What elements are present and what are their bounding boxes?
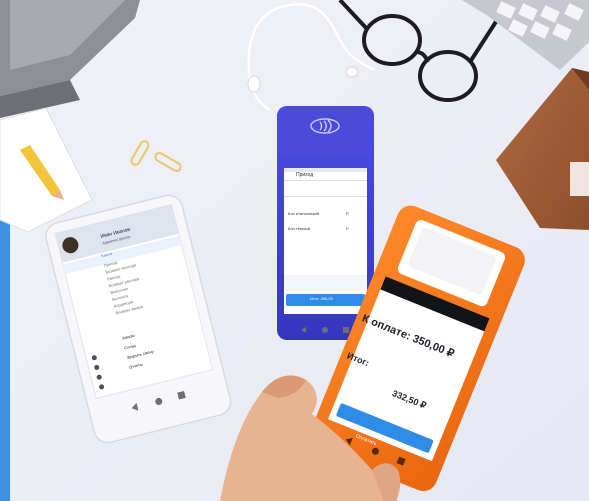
earbud-right	[345, 66, 359, 78]
blue-row-2-name: Кон тёмный	[288, 226, 310, 231]
blue-row-1-price: Р	[346, 211, 349, 216]
menu-item[interactable]: Касса	[101, 251, 113, 258]
scene-svg	[0, 0, 589, 501]
blue-terminal-screen	[284, 168, 367, 314]
blue-row-1-name: Кон итальянский	[288, 211, 320, 216]
total-value: 332,50 ₽	[390, 388, 428, 411]
blue-pos-terminal	[277, 106, 374, 340]
total-button-label: Итог: 450,00	[310, 296, 333, 301]
menu-item[interactable]: Закрыть смену	[126, 349, 154, 361]
photo-scene: Приход Кон итальянский Р Кон тёмный Р Ит…	[0, 0, 589, 501]
menu-item[interactable]: Склад	[124, 343, 136, 351]
earbud-left	[247, 75, 261, 93]
home-nav-icon	[322, 327, 328, 333]
pay-button-label: Оплатить	[354, 433, 378, 448]
blue-terminal-title: Приход	[296, 172, 314, 178]
recent-nav-icon	[343, 327, 349, 333]
blue-row-2-price: Р	[346, 226, 349, 231]
total-label: Итог:	[345, 350, 371, 369]
